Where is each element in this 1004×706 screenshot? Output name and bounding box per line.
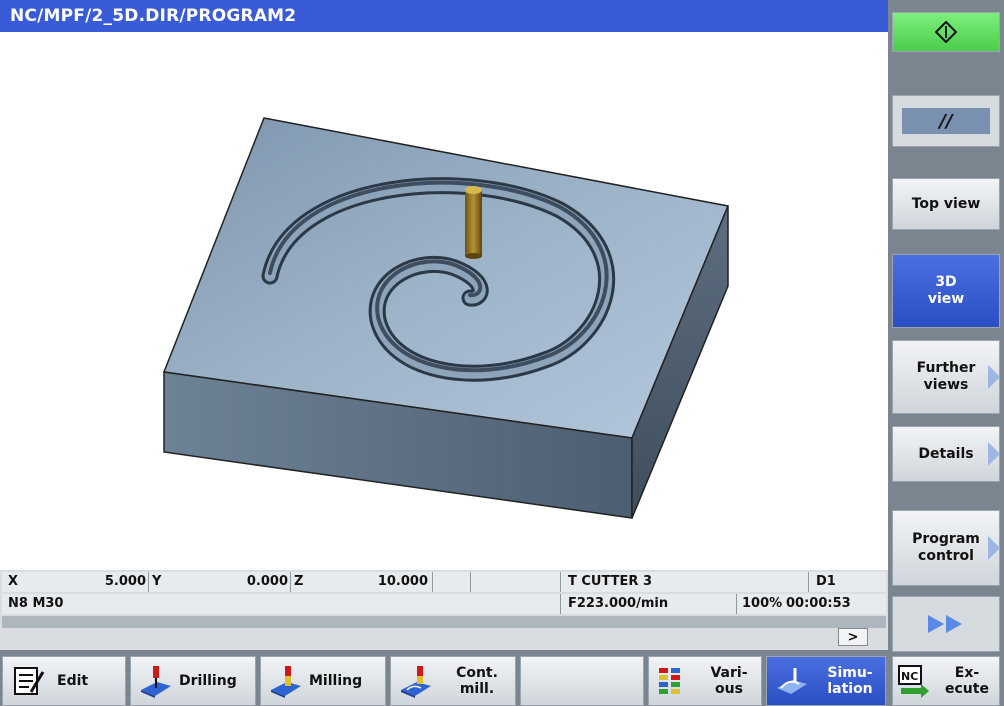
submenu-arrow-icon (988, 536, 1000, 560)
simulation-icon (777, 668, 807, 694)
milling-label: Milling (309, 673, 363, 689)
various-button[interactable]: Vari- ous (648, 656, 762, 706)
milling-button[interactable]: Milling (260, 656, 386, 706)
further-views-label-line2: views (923, 377, 969, 393)
program-control-label-line2: control (918, 548, 974, 564)
single-block-icon: // (939, 110, 953, 132)
y-axis-value: 0.000 (246, 574, 288, 589)
edit-button[interactable]: Edit (2, 656, 126, 706)
z-axis-value: 10.000 (377, 574, 428, 589)
d-number: D1 (816, 574, 836, 589)
milling-icon (271, 666, 301, 698)
contour-milling-label-line1: Cont. (456, 665, 498, 681)
z-axis-label: Z (294, 574, 304, 589)
details-label: Details (918, 445, 974, 462)
3d-view-button[interactable]: 3D view (892, 254, 1000, 328)
various-label-line2: ous (715, 681, 743, 697)
run-time: 00:00:53 (786, 596, 851, 611)
cutter-tool (465, 186, 482, 259)
tool-name: T CUTTER 3 (568, 574, 652, 589)
simulation-button[interactable]: Simu- lation (766, 656, 886, 706)
submenu-arrow-icon (988, 442, 1000, 466)
details-button[interactable]: Details (892, 426, 1000, 482)
top-view-label: Top view (911, 195, 981, 212)
vertical-softkey-bar: // Top view 3D view Further views Detail… (888, 0, 1004, 706)
various-label-line1: Vari- (710, 665, 748, 681)
forward-icon (928, 615, 962, 633)
3d-view-label-line2: view (927, 291, 965, 307)
drilling-button[interactable]: Drilling (130, 656, 256, 706)
simulation-view[interactable] (0, 32, 888, 570)
program-control-button[interactable]: Program control (892, 510, 1000, 586)
feed-rate: F223.000/min (568, 596, 669, 611)
further-views-button[interactable]: Further views (892, 340, 1000, 414)
workpiece-3d-render (162, 117, 730, 519)
various-icon (659, 668, 680, 694)
nc-execute-icon: NC (898, 665, 929, 698)
submenu-arrow-icon (988, 365, 1000, 389)
contour-milling-label-line2: mill. (459, 681, 495, 697)
execute-label-line2: ecute (945, 681, 989, 697)
start-cycle-icon (935, 21, 957, 43)
edit-icon (14, 667, 45, 695)
x-axis-value: 5.000 (104, 574, 146, 589)
window-title: NC/MPF/2_5D.DIR/PROGRAM2 (0, 0, 888, 32)
status-panel: X 5.000 Y 0.000 Z 10.000 T CUTTER 3 D1 N… (0, 570, 888, 650)
contour-milling-button[interactable]: Cont. mill. (390, 656, 516, 706)
horizontal-softkey-bar: Edit Drilling Milling Cont. mill. Vari- … (0, 650, 888, 706)
cycle-start-button[interactable] (892, 12, 1000, 52)
3d-view-label-line1: 3D (935, 274, 957, 290)
drilling-label: Drilling (179, 673, 237, 689)
contour-milling-icon (401, 666, 431, 698)
single-block-button[interactable]: // (892, 95, 1000, 147)
execute-label-line1: Ex- (954, 665, 980, 681)
current-block: N8 M30 (8, 596, 64, 611)
svg-text:NC: NC (901, 670, 918, 683)
drilling-icon (141, 666, 171, 698)
simulation-label-line2: lation (827, 681, 873, 697)
simulation-label-line1: Simu- (827, 665, 873, 681)
execute-button[interactable]: NC Ex- ecute (892, 656, 1000, 706)
program-control-label-line1: Program (912, 531, 980, 547)
top-view-button[interactable]: Top view (892, 178, 1000, 230)
edit-label: Edit (57, 673, 89, 689)
further-views-label-line1: Further (916, 360, 976, 376)
feed-override: 100% (742, 596, 783, 611)
y-axis-label: Y (152, 574, 162, 589)
x-axis-label: X (8, 574, 19, 589)
scroll-right-button[interactable]: > (838, 628, 868, 646)
progress-track (2, 616, 886, 628)
forward-button[interactable] (892, 596, 1000, 652)
empty-softkey[interactable] (520, 656, 644, 706)
